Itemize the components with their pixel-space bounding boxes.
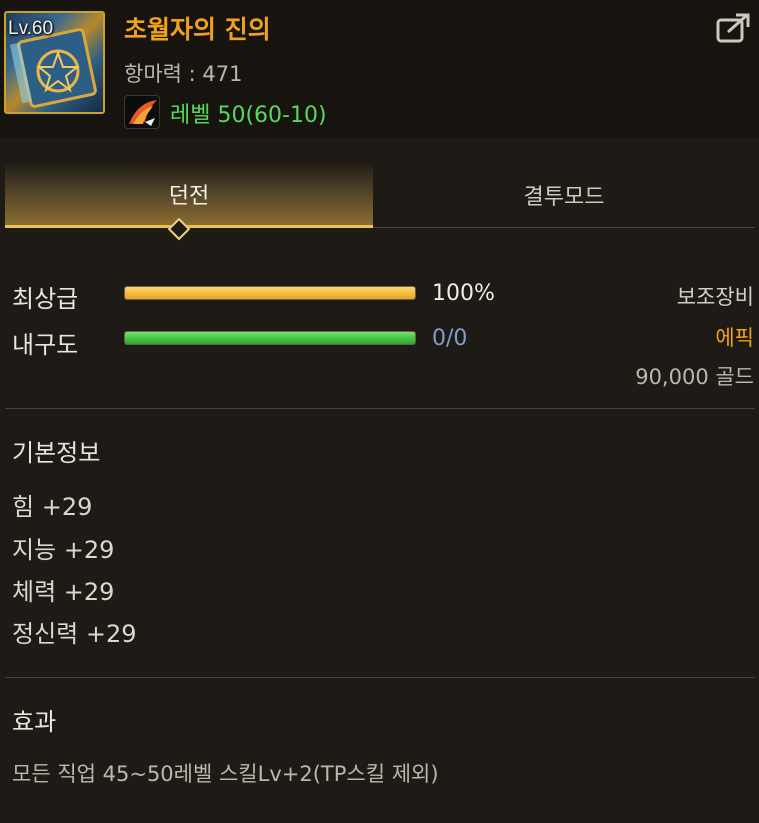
item-stat-line: 항마력 : 471 — [124, 62, 243, 86]
tab-pvp-mode[interactable]: 결투모드 — [373, 162, 755, 228]
divider — [5, 677, 755, 678]
phoenix-feather-icon — [124, 95, 160, 129]
share-button[interactable] — [716, 12, 752, 44]
item-header — [0, 0, 759, 138]
item-level-badge: Lv.60 — [8, 18, 54, 39]
durability-bar — [124, 331, 416, 345]
item-type: 보조장비 — [676, 285, 754, 309]
item-rarity: 에픽 — [715, 326, 754, 350]
divider — [5, 408, 755, 409]
stat-vitality: 체력 +29 — [12, 578, 115, 606]
stat-strength: 힘 +29 — [12, 493, 93, 521]
durability-value: 0/0 — [432, 326, 468, 351]
durability-label: 내구도 — [12, 331, 79, 359]
grade-bar — [124, 286, 416, 300]
grade-value: 100% — [432, 281, 495, 306]
grade-label: 최상급 — [12, 285, 79, 313]
stat-intelligence: 지능 +29 — [12, 536, 115, 564]
mode-tabs: 던전 결투모드 — [5, 162, 755, 228]
durability-bar-fill — [125, 332, 415, 344]
share-icon — [716, 13, 750, 43]
item-price: 90,000 골드 — [635, 365, 754, 389]
item-name: 초월자의 진의 — [124, 15, 271, 44]
grade-bar-fill — [125, 287, 415, 299]
basic-info-title: 기본정보 — [12, 439, 101, 467]
stat-spirit: 정신력 +29 — [12, 620, 137, 648]
effect-text: 모든 직업 45~50레벨 스킬Lv+2(TP스킬 제외) — [12, 762, 439, 786]
level-requirement: 레벨 50(60-10) — [170, 103, 327, 128]
tab-dungeon[interactable]: 던전 — [5, 162, 373, 228]
effect-title: 효과 — [12, 708, 57, 736]
